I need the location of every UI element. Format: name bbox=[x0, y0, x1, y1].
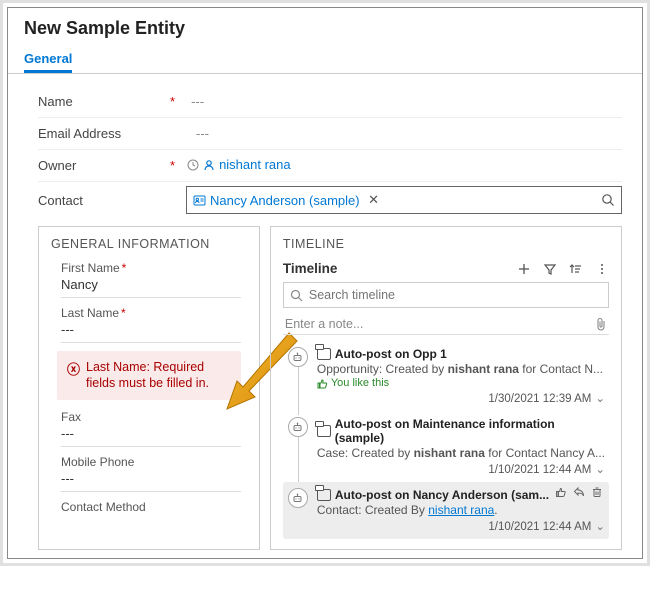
person-icon bbox=[203, 159, 215, 171]
error-icon: ⓧ bbox=[67, 359, 80, 378]
timeline-search[interactable] bbox=[283, 282, 609, 308]
sort-icon[interactable] bbox=[569, 262, 583, 276]
required-marker: * bbox=[170, 94, 175, 109]
fax-label: Fax bbox=[61, 410, 241, 424]
fax-value[interactable]: --- bbox=[61, 426, 241, 442]
clear-lookup-icon[interactable]: ✕ bbox=[366, 192, 382, 208]
last-name-label: Last Name* bbox=[61, 306, 241, 320]
timeline-item-desc: Contact: Created By nishant rana. bbox=[317, 503, 605, 517]
timeline-header: TIMELINE bbox=[283, 237, 609, 251]
attachment-icon[interactable] bbox=[595, 317, 607, 331]
last-name-value[interactable]: --- bbox=[61, 322, 241, 338]
validation-error: ⓧ Last Name: Required fields must be fil… bbox=[57, 351, 241, 400]
filter-icon[interactable] bbox=[543, 262, 557, 276]
timeline-item[interactable]: Auto-post on Opp 1 Opportunity: Created … bbox=[283, 341, 609, 411]
reply-icon[interactable] bbox=[573, 486, 585, 498]
timeline-title: Timeline bbox=[283, 261, 517, 276]
timeline-item-desc: Opportunity: Created by nishant rana for… bbox=[317, 362, 605, 376]
general-info-header: GENERAL INFORMATION bbox=[51, 237, 247, 251]
timeline-item-desc: Case: Created by nishant rana for Contac… bbox=[317, 446, 605, 460]
contact-label: Contact bbox=[38, 193, 168, 208]
contact-lookup[interactable]: Nancy Anderson (sample) ✕ bbox=[186, 186, 622, 214]
required-marker: * bbox=[170, 158, 175, 173]
timeline-card: TIMELINE Timeline Enter a note... bbox=[270, 226, 622, 550]
add-icon[interactable] bbox=[517, 262, 531, 276]
email-value[interactable]: --- bbox=[196, 126, 622, 141]
timeline-search-input[interactable] bbox=[309, 288, 602, 302]
contact-method-label: Contact Method bbox=[61, 500, 241, 514]
contact-tag[interactable]: Nancy Anderson (sample) bbox=[193, 193, 360, 208]
chevron-down-icon[interactable]: ⌄ bbox=[595, 521, 605, 533]
mobile-value[interactable]: --- bbox=[61, 471, 241, 487]
general-information-card: GENERAL INFORMATION First Name* Nancy La… bbox=[38, 226, 260, 550]
recent-icon bbox=[187, 159, 199, 171]
tab-general[interactable]: General bbox=[24, 47, 72, 73]
email-label: Email Address bbox=[38, 126, 168, 141]
page-title: New Sample Entity bbox=[24, 18, 626, 39]
more-icon[interactable] bbox=[595, 262, 609, 276]
bot-icon bbox=[288, 488, 308, 508]
like-icon[interactable] bbox=[555, 486, 567, 498]
bot-icon bbox=[288, 347, 308, 367]
search-icon[interactable] bbox=[601, 193, 615, 207]
enter-note[interactable]: Enter a note... bbox=[283, 314, 609, 335]
chevron-down-icon[interactable]: ⌄ bbox=[595, 464, 605, 476]
bot-icon bbox=[288, 417, 308, 437]
owner-value[interactable]: nishant rana bbox=[187, 157, 291, 172]
name-value[interactable]: --- bbox=[191, 94, 622, 109]
tabs: General bbox=[24, 47, 626, 73]
first-name-label: First Name* bbox=[61, 261, 241, 275]
mobile-label: Mobile Phone bbox=[61, 455, 241, 469]
post-type-icon bbox=[317, 348, 331, 360]
timeline-item[interactable]: Auto-post on Nancy Anderson (sam... Cont… bbox=[283, 482, 609, 539]
post-type-icon bbox=[317, 489, 331, 501]
post-type-icon bbox=[317, 425, 331, 437]
author-link[interactable]: nishant rana bbox=[428, 503, 494, 517]
timeline-item[interactable]: Auto-post on Maintenance information (sa… bbox=[283, 411, 609, 482]
like-indicator: You like this bbox=[317, 377, 605, 389]
contact-card-icon bbox=[193, 194, 206, 207]
owner-label: Owner bbox=[38, 158, 168, 173]
first-name-value[interactable]: Nancy bbox=[61, 277, 241, 293]
chevron-down-icon[interactable]: ⌄ bbox=[595, 393, 605, 405]
name-label: Name bbox=[38, 94, 168, 109]
delete-icon[interactable] bbox=[591, 486, 603, 498]
search-icon bbox=[290, 289, 303, 302]
